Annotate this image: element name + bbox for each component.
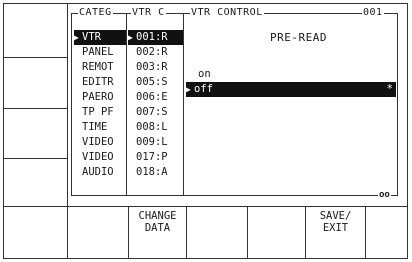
softkey-1[interactable] [3,206,67,259]
category-item-paero[interactable]: PAERO [74,90,130,105]
vtr-control-caption: VTR CONTROL [190,7,264,18]
vtr-list: ▶ 001:R 002:R 003:R 005:S 006:E 007:S 008… [128,30,186,180]
softkey-2[interactable] [68,206,128,259]
selected-asterisk-icon: * [386,83,393,95]
left-grid-line [3,108,68,109]
softkey-change-data[interactable]: CHANGE DATA [129,210,186,259]
category-item-audio[interactable]: AUDIO [74,165,130,180]
category-item-time[interactable]: TIME [74,120,130,135]
category-item-panel[interactable]: PANEL [74,45,130,60]
category-item-remote[interactable]: REMOT [74,60,130,75]
option-on[interactable]: on [190,67,395,82]
vtr-list-item[interactable]: 003:R [128,60,186,75]
softkey-label-line2: DATA [144,222,171,234]
softkey-label-line1: CHANGE [138,210,177,222]
softkey-6[interactable] [366,206,408,259]
category-item-video-1[interactable]: VIDEO [74,135,130,150]
softkey-4[interactable] [248,206,305,259]
vtr-list-item[interactable]: 008:L [128,120,186,135]
softkey-separator [186,206,187,259]
scroll-indicator-icon: oo [378,190,391,200]
category-item-video-2[interactable]: VIDEO [74,150,130,165]
vtr-list-item[interactable]: 018:A [128,165,186,180]
vtr-list-item[interactable]: 002:R [128,45,186,60]
vtr-list-item[interactable]: 005:S [128,75,186,90]
vtr-list-item[interactable]: 007:S [128,105,186,120]
cursor-triangle-icon: ▶ [128,33,133,42]
vtr-list-item[interactable]: ▶ 001:R [128,30,186,45]
softkey-save-exit[interactable]: SAVE/ EXIT [306,210,365,259]
vtr-control-number: 001 [362,7,384,18]
category-item-editor[interactable]: EDITR [74,75,130,90]
vtr-list-item[interactable]: 009:L [128,135,186,150]
cursor-triangle-icon: ▶ [186,85,191,94]
option-off[interactable]: ▶ off * [186,82,396,97]
softkey-label-line1: SAVE/ [319,210,352,222]
category-item-tp-pf[interactable]: TP PF [74,105,130,120]
vtr-list-item[interactable]: 017:P [128,150,186,165]
parameter-title: PRE-READ [270,31,327,44]
cursor-triangle-icon: ▶ [74,33,79,42]
softkey-label-line2: EXIT [322,222,349,234]
left-grid-line [3,158,68,159]
left-grid-line [3,57,68,58]
category-list: ▶ VTR PANEL REMOT EDITR PAERO TP PF TIME … [74,30,130,180]
vtr-list-item[interactable]: 006:E [128,90,186,105]
category-item-vtr[interactable]: ▶ VTR [74,30,130,45]
category-panel-caption: CATEG [78,7,113,18]
vtr-list-panel-caption: VTR C [131,7,166,18]
